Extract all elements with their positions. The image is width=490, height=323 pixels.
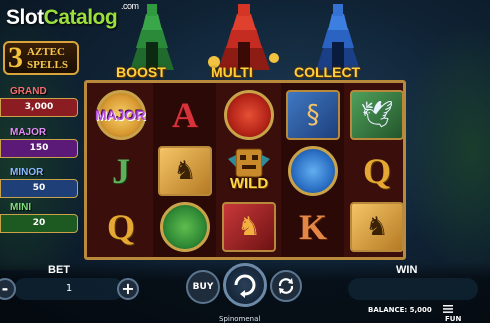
slotcatalog-watermark: SlotCatalog .com (6, 1, 139, 29)
game-logo-line2: SPELLS (27, 59, 68, 71)
aztec-disc-icon (288, 146, 338, 196)
multi-feature-label: MULTI (211, 64, 253, 80)
jungle-foliage-right (400, 20, 490, 280)
symbol-letter-q: Q (362, 151, 391, 191)
pyramid-icon (316, 4, 360, 70)
major-symbol-label: MAJOR (95, 107, 146, 123)
bet-increase-button[interactable]: + (117, 278, 139, 300)
aztec-disc-icon (224, 90, 274, 140)
game-screen: SlotCatalog .com 3 AZTEC SPELLS GRAND 3,… (0, 0, 490, 323)
reel-grid: MAJOR J Q A ♞ WILD ♞ § K 🕊 Q ♞ (84, 80, 406, 260)
symbol-green-bird: 🕊 (347, 87, 407, 143)
symbol-gold-monkey: ♞ (347, 199, 407, 255)
boost-feature-label: BOOST (116, 64, 166, 80)
symbol-blue-serpent: § (283, 87, 343, 143)
reel-2: A ♞ (153, 83, 216, 257)
autoplay-button[interactable] (270, 270, 302, 302)
bet-value-display: 1 (14, 278, 124, 300)
symbol-red-jaguar: ♞ (219, 199, 279, 255)
pyramid-icon (208, 4, 279, 70)
spin-icon (234, 274, 256, 298)
jackpot-grand-value: 3,000 (0, 98, 78, 117)
reel-1: MAJOR J Q (89, 83, 152, 257)
symbol-red-disc (219, 87, 279, 143)
jackpot-major-label: MAJOR (10, 127, 47, 138)
game-logo-line1: AZTEC (27, 46, 65, 58)
jaguar-icon: ♞ (237, 212, 261, 242)
reel-5: 🕊 Q ♞ (345, 83, 408, 257)
spin-button[interactable] (223, 263, 267, 307)
symbol-letter-q: Q (106, 207, 135, 247)
autoplay-icon (278, 278, 294, 294)
jackpot-mini-value: 20 (0, 214, 78, 233)
win-value-display (348, 278, 478, 300)
game-logo: 3 AZTEC SPELLS (3, 41, 79, 75)
bird-icon: 🕊 (360, 100, 394, 130)
jackpot-mini-label: MINI (10, 202, 32, 213)
jackpot-major-value: 150 (0, 139, 78, 158)
reel-3: WILD ♞ (217, 83, 280, 257)
jackpot-grand-label: GRAND (10, 86, 47, 97)
aztec-disc-icon (160, 202, 210, 252)
symbol-gold-disc-major: MAJOR (91, 87, 151, 143)
pyramid-icon (130, 4, 174, 70)
jackpot-minor-label: MINOR (10, 167, 44, 178)
jackpot-minor-value: 50 (0, 179, 78, 198)
mode-text: FUN (445, 315, 462, 323)
provider-logo: Spinomenal (219, 315, 261, 323)
symbol-wild: WILD (219, 143, 279, 199)
symbol-letter-k: K (298, 207, 327, 247)
reel-4: § K (281, 83, 344, 257)
game-logo-number: 3 (8, 41, 23, 74)
bet-label: BET (48, 264, 70, 276)
buy-feature-button[interactable]: BUY (186, 270, 220, 304)
collect-feature-label: COLLECT (294, 64, 361, 80)
win-label: WIN (396, 264, 418, 276)
monkey-icon: ♞ (365, 212, 389, 242)
symbol-green-disc (155, 199, 215, 255)
symbol-gold-monkey: ♞ (155, 143, 215, 199)
wild-symbol-label: WILD (229, 175, 269, 192)
monkey-icon: ♞ (173, 156, 197, 186)
serpent-icon: § (306, 100, 320, 130)
menu-icon[interactable] (443, 305, 453, 313)
symbol-blue-disc (283, 143, 343, 199)
balance-text: BALANCE: 5,000 (368, 306, 432, 314)
symbol-letter-a: A (172, 95, 198, 135)
symbol-letter-j: J (112, 151, 130, 191)
